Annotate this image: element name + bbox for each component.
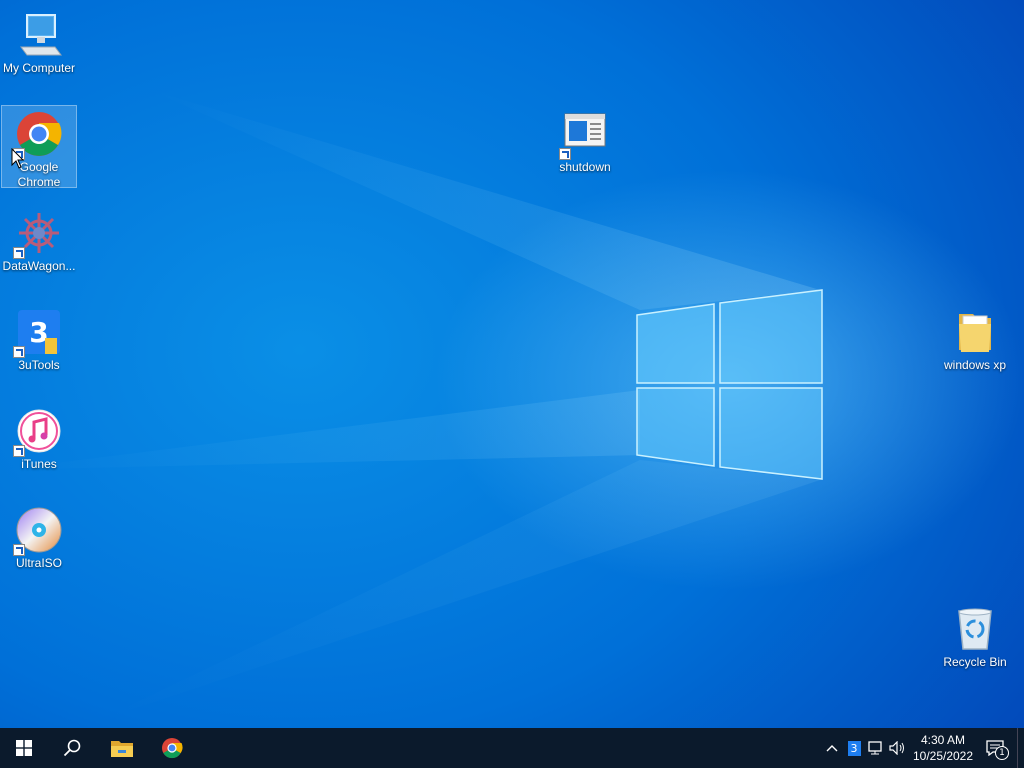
desktop-icon-label: shutdown bbox=[559, 160, 611, 174]
taskbar-file-explorer[interactable] bbox=[96, 728, 148, 768]
shutdown-icon bbox=[559, 110, 609, 160]
chevron-up-icon[interactable] bbox=[821, 728, 843, 768]
wallpaper-light-beams bbox=[0, 90, 820, 720]
desktop-icon-shutdown[interactable]: shutdown bbox=[546, 105, 624, 176]
desktop-icon-my-computer[interactable]: My Computer bbox=[0, 6, 78, 77]
desktop-icon-label: windows xp bbox=[943, 358, 1007, 372]
3utools-icon: 3 bbox=[13, 308, 63, 358]
volume-icon[interactable] bbox=[887, 728, 909, 768]
desktop-icon-label: DataWagon... bbox=[2, 259, 76, 273]
desktop-icon-label: 3uTools bbox=[18, 358, 60, 372]
shortcut-arrow-icon bbox=[13, 247, 25, 259]
windows-logo bbox=[636, 289, 823, 480]
mouse-cursor-icon bbox=[11, 148, 25, 169]
itunes-icon bbox=[13, 407, 63, 457]
system-tray: 3 4:30 AM 10/25/2022 1 bbox=[821, 728, 1024, 768]
start-icon bbox=[16, 740, 32, 756]
start-button[interactable] bbox=[0, 728, 48, 768]
desktop-icon-itunes[interactable]: iTunes bbox=[0, 402, 78, 473]
desktop-icon-label: UltraISO bbox=[15, 556, 62, 570]
shortcut-arrow-icon bbox=[13, 445, 25, 457]
clock-time: 4:30 AM bbox=[920, 733, 966, 747]
desktop-icon-recycle-bin[interactable]: Recycle Bin bbox=[936, 600, 1014, 671]
taskbar-clock[interactable]: 4:30 AM 10/25/2022 bbox=[909, 732, 977, 764]
desktop-icon-google-chrome[interactable]: Google Chrome bbox=[1, 105, 77, 189]
network-icon[interactable] bbox=[865, 728, 887, 768]
search-button[interactable] bbox=[48, 728, 96, 768]
desktop-icon-ultraiso[interactable]: UltraISO bbox=[0, 501, 78, 572]
folder-icon bbox=[951, 308, 999, 356]
shortcut-arrow-icon bbox=[13, 544, 25, 556]
clock-date: 10/25/2022 bbox=[912, 749, 974, 763]
search-icon bbox=[63, 739, 81, 757]
3utools-tray-icon[interactable]: 3 bbox=[843, 728, 865, 768]
recycle-bin-icon bbox=[951, 605, 999, 653]
chrome-icon bbox=[162, 738, 183, 759]
desktop-icon-label: iTunes bbox=[21, 457, 57, 471]
desktop-icon-datawagon[interactable]: DataWagon... bbox=[0, 204, 78, 275]
datawagon-icon bbox=[13, 209, 63, 259]
notification-count-badge: 1 bbox=[995, 746, 1009, 760]
desktop-icon-label: Recycle Bin bbox=[943, 655, 1007, 669]
ultraiso-icon bbox=[13, 506, 63, 556]
taskbar: 3 4:30 AM 10/25/2022 1 bbox=[0, 728, 1024, 768]
taskbar-chrome[interactable] bbox=[148, 728, 196, 768]
shortcut-arrow-icon bbox=[13, 346, 25, 358]
show-desktop-button[interactable] bbox=[1017, 728, 1024, 768]
desktop-icon-3utools[interactable]: 3 3uTools bbox=[0, 303, 78, 374]
notification-center-icon[interactable]: 1 bbox=[977, 728, 1013, 768]
computer-icon bbox=[15, 11, 63, 59]
file-explorer-icon bbox=[111, 741, 133, 757]
desktop-icon-label: My Computer bbox=[2, 61, 76, 75]
desktop-icon-windows-xp-folder[interactable]: windows xp bbox=[936, 303, 1014, 374]
shortcut-arrow-icon bbox=[559, 148, 571, 160]
